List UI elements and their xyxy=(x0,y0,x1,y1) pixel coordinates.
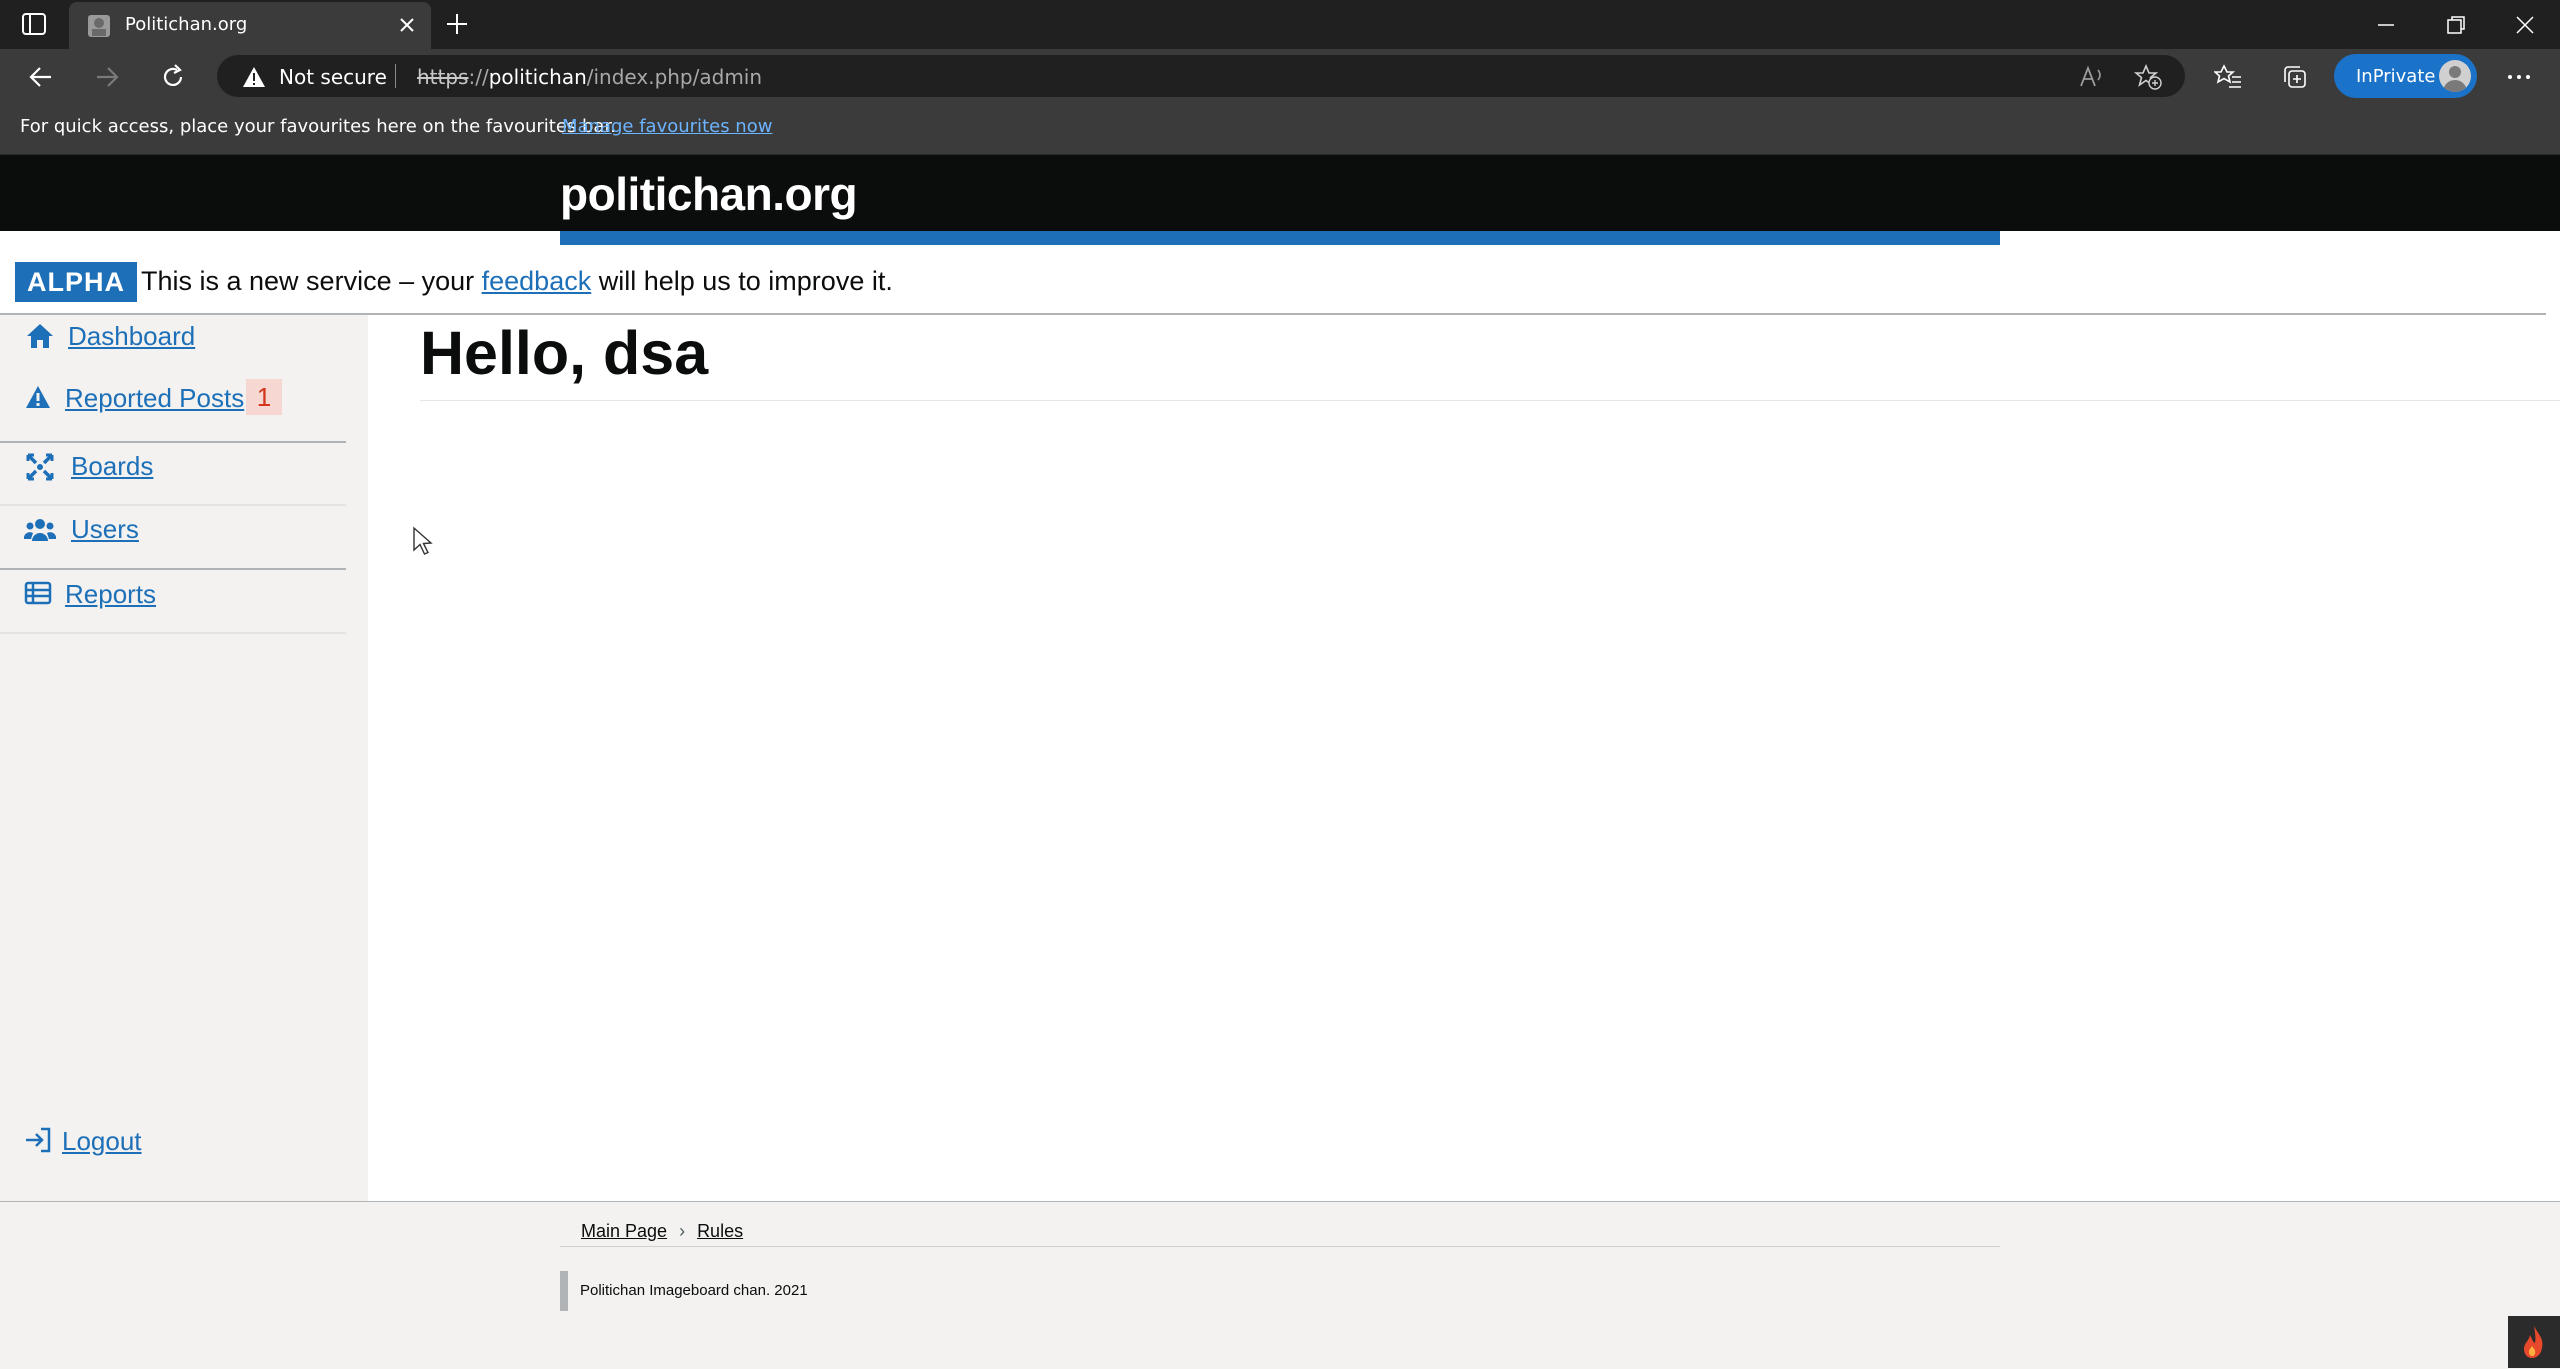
browser-tab[interactable]: Politichan.org xyxy=(69,2,431,49)
inprivate-button[interactable]: InPrivate xyxy=(2334,54,2477,98)
tab-title: Politichan.org xyxy=(125,14,248,35)
sidebar-item-label[interactable]: Boards xyxy=(71,451,153,482)
sidebar-item-users[interactable]: Users xyxy=(0,506,346,568)
breadcrumb: Main Page › Rules xyxy=(581,1221,743,1242)
sidebar-item-logout[interactable]: Logout xyxy=(0,1121,346,1183)
flame-icon[interactable] xyxy=(2508,1316,2560,1368)
sidebar-item-label[interactable]: Reported Posts xyxy=(65,383,244,414)
phase-banner-text: This is a new service – your feedback wi… xyxy=(141,266,893,297)
site-footer: Main Page › Rules Politichan Imageboard ch… xyxy=(0,1201,2560,1369)
add-favourite-icon[interactable] xyxy=(2134,63,2162,91)
footer-copyright: Politichan Imageboard chan. 2021 xyxy=(560,1271,808,1311)
phase-text-after: will help us to improve it. xyxy=(591,266,893,296)
page-title: Hello, dsa xyxy=(420,319,709,387)
inprivate-label: InPrivate xyxy=(2356,66,2436,87)
admin-sidebar: Dashboard Reported Posts 1 Boards Users … xyxy=(0,315,368,1201)
profile-avatar-icon xyxy=(2439,60,2471,92)
heading-divider xyxy=(420,400,2560,401)
read-aloud-icon[interactable] xyxy=(2078,64,2106,90)
manage-favourites-link[interactable]: Manage favourites now xyxy=(562,116,772,137)
address-bar[interactable]: Not secure https://politichan/index.php/… xyxy=(217,55,2185,97)
tab-close-icon[interactable] xyxy=(397,15,417,35)
boards-icon xyxy=(24,451,56,483)
warning-icon xyxy=(24,383,52,411)
sidebar-item-label[interactable]: Dashboard xyxy=(68,321,195,352)
url-text[interactable]: https://politichan/index.php/admin xyxy=(417,65,762,89)
security-label[interactable]: Not secure xyxy=(279,65,387,89)
sidebar-item-boards[interactable]: Boards xyxy=(0,443,346,505)
mouse-pointer-icon xyxy=(412,526,434,558)
address-separator xyxy=(395,64,396,88)
phase-text-before: This is a new service – your xyxy=(141,266,482,296)
browser-toolbar: Not secure https://politichan/index.php/… xyxy=(0,49,2560,104)
forward-arrow-icon[interactable] xyxy=(92,62,122,92)
url-path: /index.php/admin xyxy=(586,65,763,89)
users-icon xyxy=(24,514,56,546)
feedback-link[interactable]: feedback xyxy=(482,266,592,296)
collections-icon[interactable] xyxy=(2281,63,2309,91)
header-accent-bar xyxy=(560,231,2000,245)
reported-posts-count-badge: 1 xyxy=(246,379,282,415)
site-favicon-icon xyxy=(87,14,111,38)
site-header: politichan.org xyxy=(0,155,2560,231)
reload-icon[interactable] xyxy=(158,62,188,92)
breadcrumb-main-page[interactable]: Main Page xyxy=(581,1221,667,1241)
favourites-bar-hint: For quick access, place your favourites … xyxy=(20,116,616,137)
browser-tab-bar: Politichan.org xyxy=(0,0,2560,49)
new-tab-icon[interactable] xyxy=(444,11,470,37)
sidebar-item-reports[interactable]: Reports xyxy=(0,570,346,632)
window-close-icon[interactable] xyxy=(2512,12,2538,38)
chevron-right-icon: › xyxy=(679,1221,686,1241)
logout-icon xyxy=(24,1126,52,1154)
sidebar-divider xyxy=(0,632,346,634)
sidebar-item-reported-posts[interactable]: Reported Posts 1 xyxy=(0,377,346,439)
back-arrow-icon[interactable] xyxy=(26,62,56,92)
more-options-icon[interactable] xyxy=(2502,63,2536,91)
minimize-icon[interactable] xyxy=(2373,12,2399,38)
site-logo[interactable]: politichan.org xyxy=(560,167,858,221)
phase-tag: ALPHA xyxy=(15,262,137,302)
restore-icon[interactable] xyxy=(2443,12,2469,38)
tab-actions-icon[interactable] xyxy=(20,11,50,37)
url-separator: :// xyxy=(468,65,489,89)
footer-divider xyxy=(560,1246,2000,1247)
favourites-icon[interactable] xyxy=(2214,63,2242,91)
phase-banner: ALPHA This is a new service – your feedb… xyxy=(0,245,2546,315)
sidebar-item-label[interactable]: Reports xyxy=(65,579,156,610)
sidebar-item-dashboard[interactable]: Dashboard xyxy=(0,315,346,377)
favourites-bar: For quick access, place your favourites … xyxy=(0,104,2560,155)
logout-link[interactable]: Logout xyxy=(62,1126,142,1157)
table-icon xyxy=(24,579,52,607)
url-host: politichan xyxy=(488,65,587,89)
breadcrumb-rules[interactable]: Rules xyxy=(697,1221,743,1241)
sidebar-item-label[interactable]: Users xyxy=(71,514,139,545)
url-scheme: https xyxy=(417,65,469,89)
home-icon xyxy=(24,320,56,352)
warning-triangle-icon[interactable] xyxy=(241,65,267,89)
